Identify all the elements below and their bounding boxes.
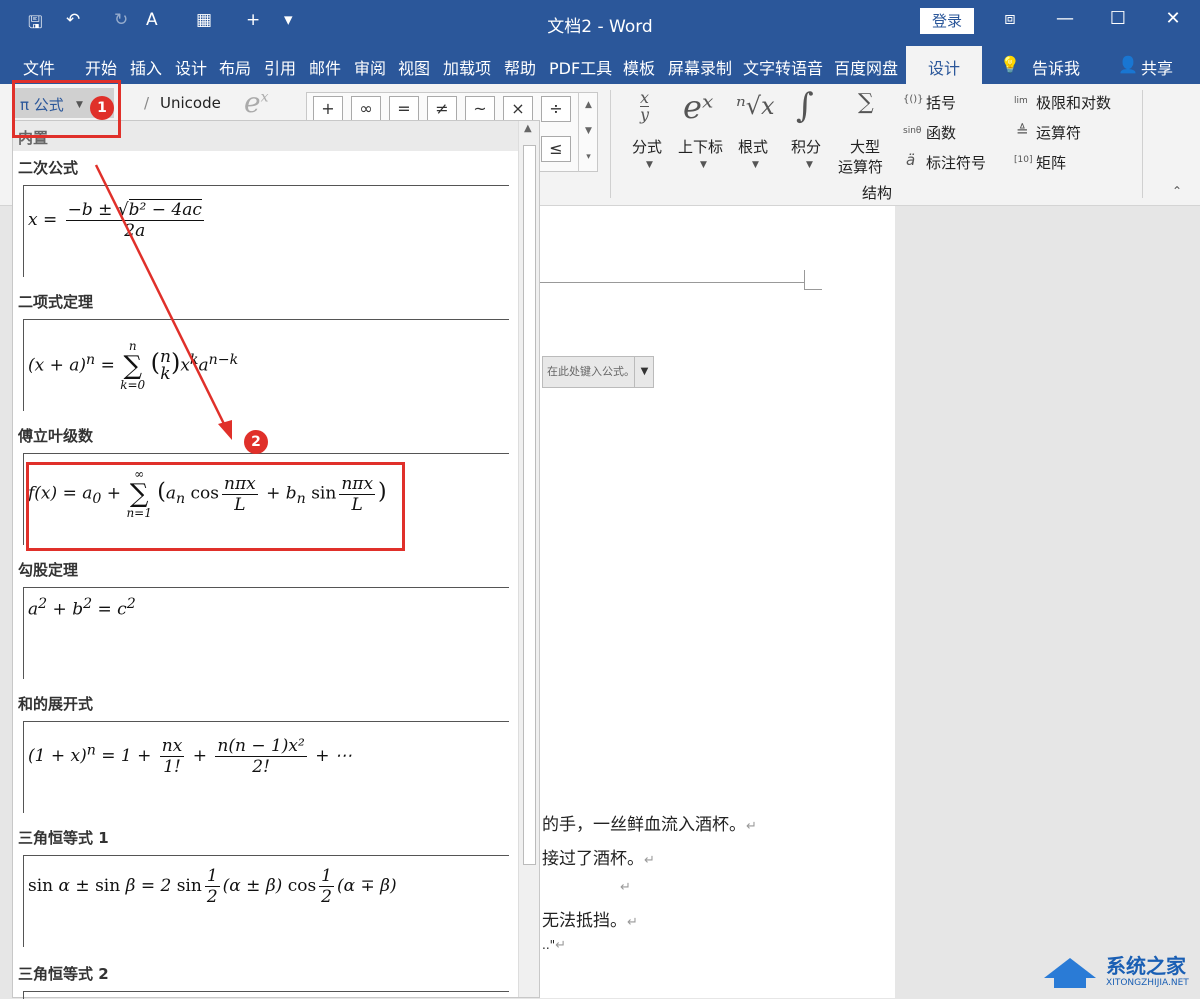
house-logo-icon — [1044, 958, 1096, 988]
arrow-annotation — [94, 164, 232, 440]
watermark-logo: 系统之家 XITONGZHIJIA.NET — [1040, 944, 1200, 998]
